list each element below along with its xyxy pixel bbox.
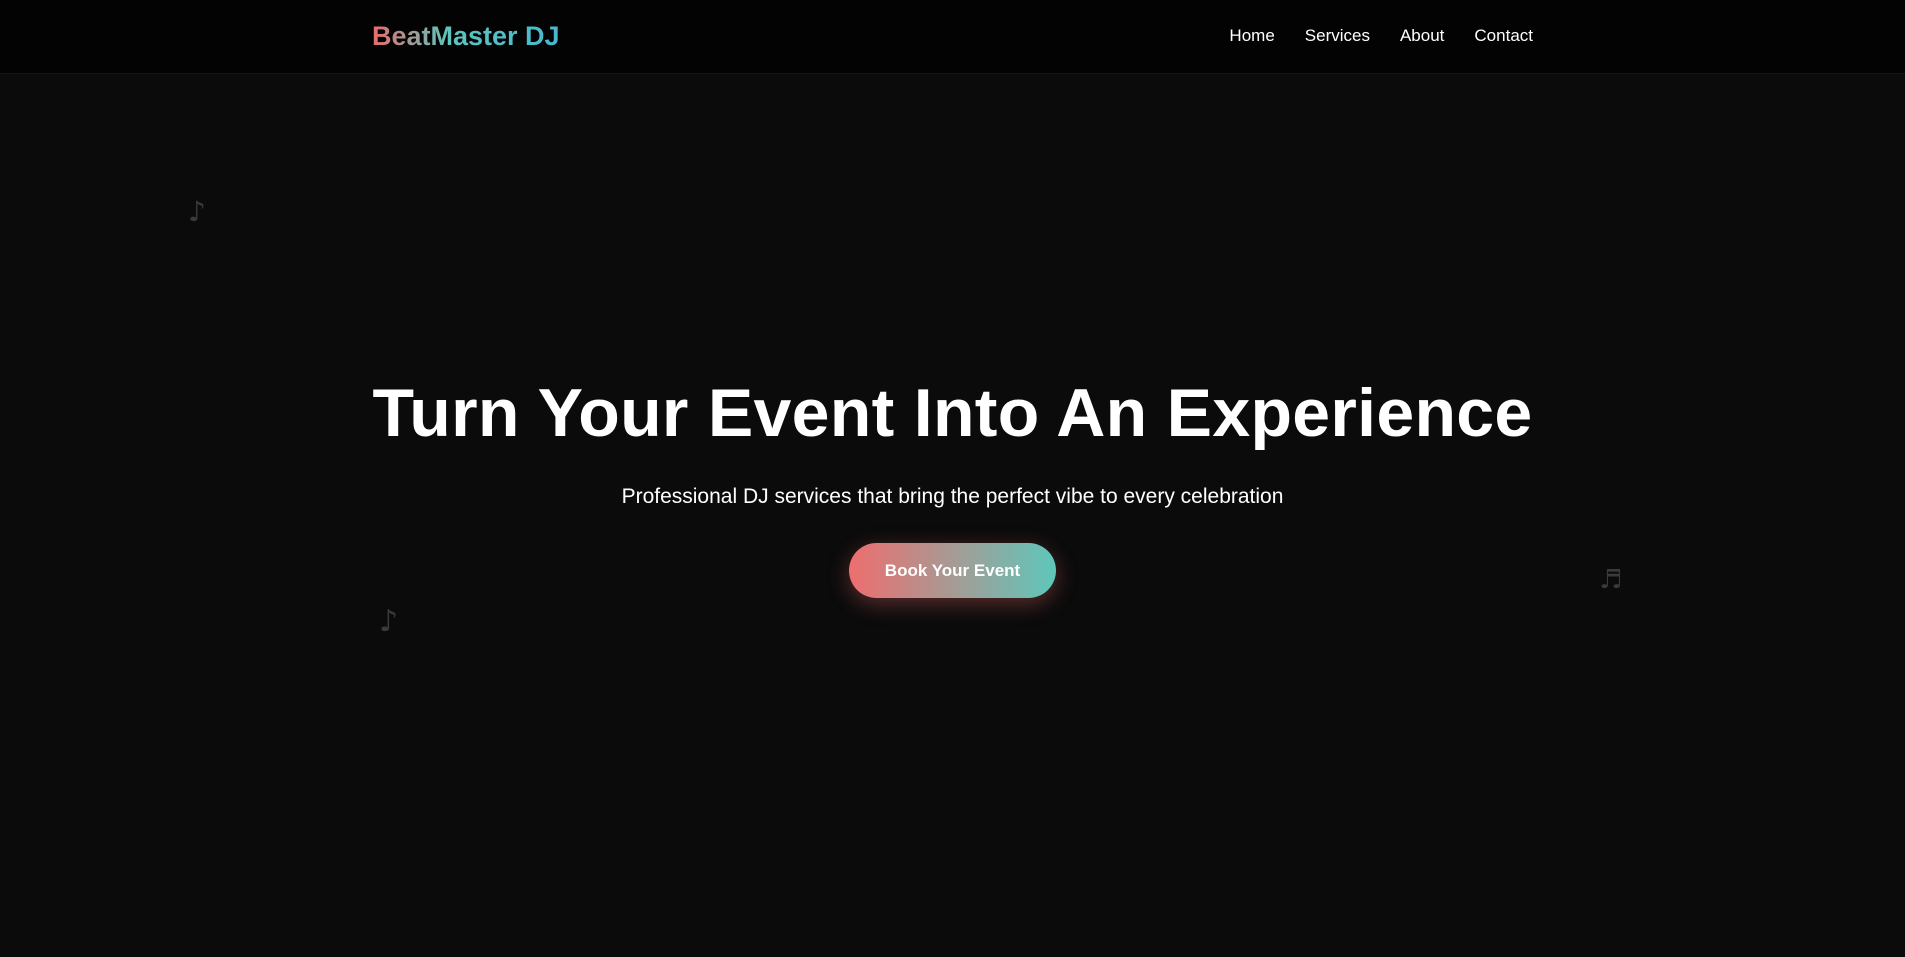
nav-link-contact[interactable]: Contact	[1474, 25, 1533, 47]
nav-link-services[interactable]: Services	[1305, 25, 1370, 47]
book-event-button[interactable]: Book Your Event	[849, 543, 1056, 598]
nav-link-about[interactable]: About	[1400, 25, 1444, 47]
main-nav: Home Services About Contact	[1199, 25, 1533, 47]
navbar: BeatMaster DJ Home Services About Contac…	[0, 0, 1905, 74]
hero-section: ♪ ♪ ♬ Turn Your Event Into An Experience…	[0, 74, 1905, 957]
hero-subtitle: Professional DJ services that bring the …	[621, 485, 1284, 508]
music-note-icon: ♪	[188, 195, 206, 228]
music-notes-icon: ♬	[1599, 565, 1623, 595]
music-note-icon: ♪	[379, 604, 399, 639]
hero-title: Turn Your Event Into An Experience	[372, 375, 1533, 451]
nav-link-home[interactable]: Home	[1229, 25, 1274, 47]
site-logo[interactable]: BeatMaster DJ	[372, 18, 560, 54]
